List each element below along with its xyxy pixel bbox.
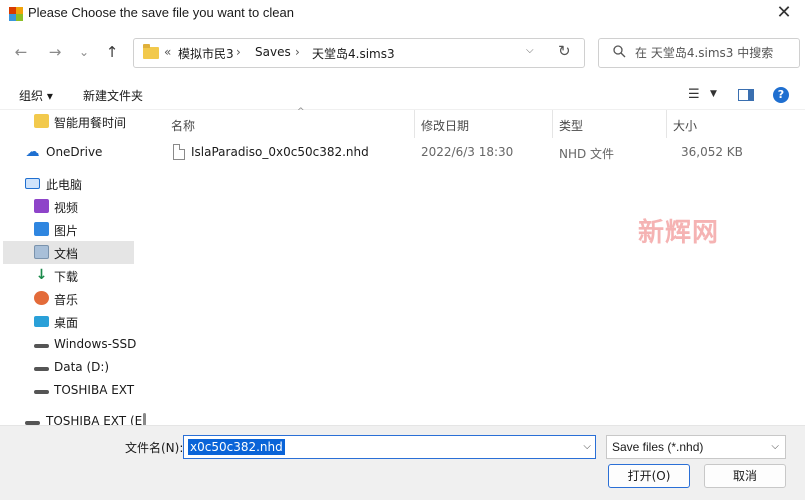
cloud-icon: ☁ [25,144,40,160]
forward-arrow-icon[interactable]: → [44,41,66,63]
document-icon [34,245,49,259]
back-arrow-icon[interactable]: ← [10,41,32,63]
recent-locations-icon[interactable]: ⌄ [73,41,95,63]
sidebar-item-label: 下载 [54,270,79,284]
sidebar-item-windows-ssd[interactable]: Windows-SSD [3,333,137,356]
filename-input[interactable]: x0c50c382.nhd ⌵ [183,435,596,459]
file-type: NHD 文件 [559,147,615,161]
cancel-button[interactable]: 取消 [704,464,786,488]
sidebar-item-label: 桌面 [54,316,79,330]
preview-pane-icon[interactable] [738,89,754,101]
sidebar-item-this-pc[interactable]: 此电脑 [3,172,134,195]
sidebar-item-data-d[interactable]: Data (D:) [3,356,134,379]
address-bar[interactable]: « 模拟市民3 › Saves › 天堂岛4.sims3 ⌵ ↻ [133,38,585,68]
sidebar-item-videos[interactable]: 视频 [3,195,134,218]
computer-icon [25,178,40,189]
desktop-icon [34,316,49,327]
sidebar-item-label: Windows-SSD [54,337,137,351]
navigation-bar: ← → ⌄ ↑ « 模拟市民3 › Saves › 天堂岛4.sims3 ⌵ ↻ [0,34,805,72]
sidebar-item-label: TOSHIBA EXT (E [46,414,143,425]
close-icon[interactable]: ✕ [768,2,800,26]
sidebar-item-smart-meal[interactable]: 智能用餐时间 [3,110,134,133]
sidebar-item-documents[interactable]: 文档 [3,241,134,264]
sidebar-item-toshiba-ext[interactable]: TOSHIBA EXT [3,379,134,402]
file-list: 名称 ^ 修改日期 类型 大小 IslaParadiso_0x0c50c382.… [153,107,805,425]
sidebar-item-label: OneDrive [46,145,103,159]
file-icon [173,144,185,160]
window-title: Please Choose the save file you want to … [28,5,294,20]
address-dropdown-icon[interactable]: ⌵ [526,45,534,56]
sidebar-item-label: 图片 [54,224,79,238]
file-name: IslaParadiso_0x0c50c382.nhd [191,145,369,159]
breadcrumb-item[interactable]: 天堂岛4.sims3 [312,45,395,62]
drive-icon [34,390,49,394]
up-arrow-icon[interactable]: ↑ [101,41,123,63]
sidebar-item-label: 文档 [54,247,79,261]
app-icon [9,7,23,21]
sidebar-item-pictures[interactable]: 图片 [3,218,134,241]
filetype-dropdown-icon[interactable]: ⌵ [771,441,779,452]
breadcrumb-item[interactable]: Saves [255,45,291,59]
sidebar-item-desktop[interactable]: 桌面 [3,310,134,333]
navigation-pane: 智能用餐时间 ☁ OneDrive 此电脑 视频 图片 文档 ↓ 下载 音乐 桌… [0,110,148,425]
sidebar-item-label: 视频 [54,201,79,215]
sort-ascending-icon: ^ [297,107,305,117]
filetype-value: Save files (*.nhd) [612,440,704,454]
search-icon [613,45,626,62]
sidebar-scrollbar[interactable] [143,413,146,425]
command-toolbar: 组织 ▾ 新建文件夹 ☰ ▼ ? [0,80,805,110]
breadcrumb-item[interactable]: 模拟市民3 [178,45,234,62]
column-header-size[interactable]: 大小 [667,110,767,138]
breadcrumb-overflow[interactable]: « [164,45,171,59]
column-header-type[interactable]: 类型 [553,110,667,138]
new-folder-button[interactable]: 新建文件夹 [83,87,143,104]
sidebar-item-label: 音乐 [54,293,79,307]
dialog-footer: 文件名(N): x0c50c382.nhd ⌵ Save files (*.nh… [0,425,805,500]
help-icon[interactable]: ? [773,87,789,103]
search-box[interactable] [598,38,800,68]
open-button[interactable]: 打开(O) [608,464,690,488]
file-modified-date: 2022/6/3 18:30 [421,145,514,159]
column-header-modified[interactable]: 修改日期 [415,110,553,138]
download-icon: ↓ [35,267,48,283]
folder-icon [34,114,49,128]
search-input[interactable] [635,44,795,62]
sidebar-item-toshiba-ext-e[interactable]: TOSHIBA EXT (E [3,410,142,425]
drive-icon [34,367,49,371]
refresh-icon[interactable]: ↻ [558,42,571,60]
breadcrumb-separator[interactable]: › [295,45,300,59]
sidebar-item-label: 此电脑 [46,178,83,192]
sidebar-item-downloads[interactable]: ↓ 下载 [3,264,134,287]
sidebar-item-onedrive[interactable]: ☁ OneDrive [3,141,134,164]
view-options-icon[interactable]: ☰ [688,87,700,102]
view-dropdown-icon[interactable]: ▼ [710,89,717,99]
filetype-select[interactable]: Save files (*.nhd) ⌵ [606,435,786,459]
filename-label: 文件名(N): [125,441,184,455]
sidebar-item-label: 智能用餐时间 [54,116,127,130]
file-row[interactable]: IslaParadiso_0x0c50c382.nhd 2022/6/3 18:… [163,142,803,164]
watermark: 新辉网 [638,218,720,248]
file-size: 36,052 KB [681,145,743,159]
drive-icon [34,344,49,348]
music-icon [34,291,49,305]
sidebar-item-label: Data (D:) [54,360,110,374]
organize-button[interactable]: 组织 ▾ [19,87,53,104]
filename-dropdown-icon[interactable]: ⌵ [583,441,591,452]
filename-text: x0c50c382.nhd [188,439,285,455]
folder-icon [143,44,159,59]
image-icon [34,222,49,236]
breadcrumb-separator[interactable]: › [236,45,241,59]
title-bar: Please Choose the save file you want to … [0,0,805,30]
sidebar-item-music[interactable]: 音乐 [3,287,134,310]
sidebar-item-label: TOSHIBA EXT [54,383,135,397]
column-header-name[interactable]: 名称 ^ [165,107,415,138]
video-icon [34,199,49,213]
